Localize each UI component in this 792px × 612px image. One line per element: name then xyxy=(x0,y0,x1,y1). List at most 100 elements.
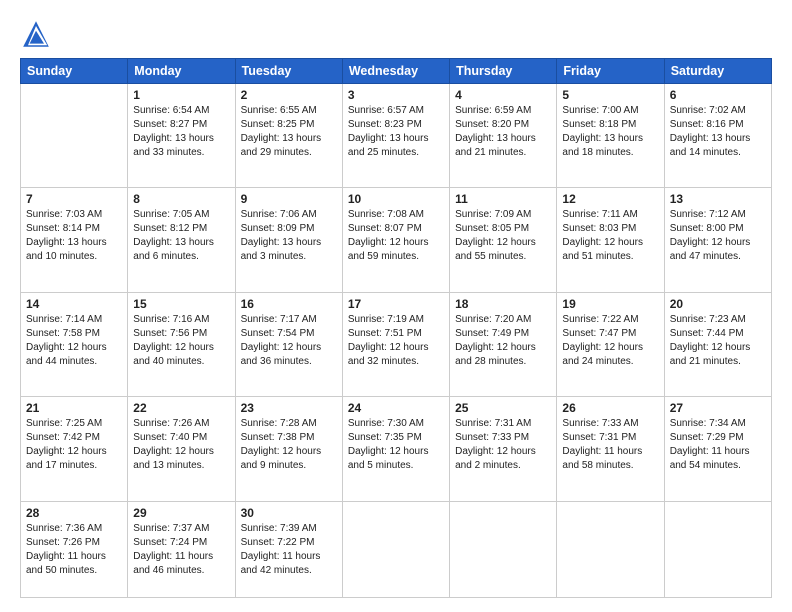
calendar-cell: 15Sunrise: 7:16 AM Sunset: 7:56 PM Dayli… xyxy=(128,292,235,396)
calendar-cell: 25Sunrise: 7:31 AM Sunset: 7:33 PM Dayli… xyxy=(450,397,557,501)
calendar-week-1: 1Sunrise: 6:54 AM Sunset: 8:27 PM Daylig… xyxy=(21,84,772,188)
header-day-monday: Monday xyxy=(128,59,235,84)
logo-icon xyxy=(20,18,52,50)
calendar-cell xyxy=(557,501,664,597)
calendar-table: SundayMondayTuesdayWednesdayThursdayFrid… xyxy=(20,58,772,598)
calendar-cell: 20Sunrise: 7:23 AM Sunset: 7:44 PM Dayli… xyxy=(664,292,771,396)
calendar-cell: 29 Sunrise: 7:37 AM Sunset: 7:24 PM Dayli… xyxy=(128,501,235,597)
calendar-cell: 13 Sunrise: 7:12 AM Sunset: 8:00 PM Dayli… xyxy=(664,188,771,292)
cell-info: Sunrise: 6:57 AM Sunset: 8:23 PM Dayligh… xyxy=(348,104,444,160)
cell-info: Sunrise: 7:17 AM Sunset: 7:54 PM Dayligh… xyxy=(241,313,337,369)
calendar-cell: 8 Sunrise: 7:05 AM Sunset: 8:12 PM Daylig… xyxy=(128,188,235,292)
calendar-cell: 24Sunrise: 7:30 AM Sunset: 7:35 PM Dayli… xyxy=(342,397,449,501)
calendar-cell: 12 Sunrise: 7:11 AM Sunset: 8:03 PM Dayli… xyxy=(557,188,664,292)
day-number: 2 xyxy=(241,88,337,102)
cell-info: Sunrise: 7:19 AM Sunset: 7:51 PM Dayligh… xyxy=(348,313,444,369)
page: SundayMondayTuesdayWednesdayThursdayFrid… xyxy=(0,0,792,612)
cell-info: Sunrise: 7:23 AM Sunset: 7:44 PM Dayligh… xyxy=(670,313,766,369)
calendar-cell xyxy=(450,501,557,597)
calendar-cell xyxy=(342,501,449,597)
calendar-cell xyxy=(664,501,771,597)
calendar-cell: 17 Sunrise: 7:19 AM Sunset: 7:51 PM Dayli… xyxy=(342,292,449,396)
calendar-cell: 1Sunrise: 6:54 AM Sunset: 8:27 PM Daylig… xyxy=(128,84,235,188)
day-number: 16 xyxy=(241,297,337,311)
day-number: 30 xyxy=(241,506,337,520)
cell-info: Sunrise: 7:37 AM Sunset: 7:24 PM Dayligh… xyxy=(133,522,229,578)
calendar-cell: 26 Sunrise: 7:33 AM Sunset: 7:31 PM Dayli… xyxy=(557,397,664,501)
calendar-cell: 22 Sunrise: 7:26 AM Sunset: 7:40 PM Dayli… xyxy=(128,397,235,501)
calendar-cell: 2 Sunrise: 6:55 AM Sunset: 8:25 PM Daylig… xyxy=(235,84,342,188)
day-number: 11 xyxy=(455,192,551,206)
calendar-cell: 6 Sunrise: 7:02 AM Sunset: 8:16 PM Daylig… xyxy=(664,84,771,188)
day-number: 19 xyxy=(562,297,658,311)
cell-info: Sunrise: 7:03 AM Sunset: 8:14 PM Dayligh… xyxy=(26,208,122,264)
day-number: 26 xyxy=(562,401,658,415)
calendar-cell: 23 Sunrise: 7:28 AM Sunset: 7:38 PM Dayli… xyxy=(235,397,342,501)
cell-info: Sunrise: 7:02 AM Sunset: 8:16 PM Dayligh… xyxy=(670,104,766,160)
day-number: 28 xyxy=(26,506,122,520)
day-number: 18 xyxy=(455,297,551,311)
cell-info: Sunrise: 7:00 AM Sunset: 8:18 PM Dayligh… xyxy=(562,104,658,160)
day-number: 21 xyxy=(26,401,122,415)
day-number: 23 xyxy=(241,401,337,415)
calendar-week-5: 28 Sunrise: 7:36 AM Sunset: 7:26 PM Dayli… xyxy=(21,501,772,597)
day-number: 4 xyxy=(455,88,551,102)
calendar-cell xyxy=(21,84,128,188)
cell-info: Sunrise: 6:55 AM Sunset: 8:25 PM Dayligh… xyxy=(241,104,337,160)
cell-info: Sunrise: 7:36 AM Sunset: 7:26 PM Dayligh… xyxy=(26,522,122,578)
cell-info: Sunrise: 7:14 AM Sunset: 7:58 PM Dayligh… xyxy=(26,313,122,369)
header-day-sunday: Sunday xyxy=(21,59,128,84)
cell-info: Sunrise: 7:33 AM Sunset: 7:31 PM Dayligh… xyxy=(562,417,658,473)
day-number: 22 xyxy=(133,401,229,415)
calendar-cell: 30 Sunrise: 7:39 AM Sunset: 7:22 PM Dayli… xyxy=(235,501,342,597)
day-number: 12 xyxy=(562,192,658,206)
cell-info: Sunrise: 7:34 AM Sunset: 7:29 PM Dayligh… xyxy=(670,417,766,473)
calendar-week-3: 14 Sunrise: 7:14 AM Sunset: 7:58 PM Dayli… xyxy=(21,292,772,396)
cell-info: Sunrise: 7:08 AM Sunset: 8:07 PM Dayligh… xyxy=(348,208,444,264)
cell-info: Sunrise: 7:06 AM Sunset: 8:09 PM Dayligh… xyxy=(241,208,337,264)
calendar-cell: 27 Sunrise: 7:34 AM Sunset: 7:29 PM Dayli… xyxy=(664,397,771,501)
calendar-cell: 16 Sunrise: 7:17 AM Sunset: 7:54 PM Dayli… xyxy=(235,292,342,396)
day-number: 29 xyxy=(133,506,229,520)
day-number: 15 xyxy=(133,297,229,311)
day-number: 17 xyxy=(348,297,444,311)
calendar-body: 1Sunrise: 6:54 AM Sunset: 8:27 PM Daylig… xyxy=(21,84,772,598)
cell-info: Sunrise: 7:12 AM Sunset: 8:00 PM Dayligh… xyxy=(670,208,766,264)
day-number: 7 xyxy=(26,192,122,206)
day-number: 5 xyxy=(562,88,658,102)
day-number: 3 xyxy=(348,88,444,102)
calendar-cell: 18Sunrise: 7:20 AM Sunset: 7:49 PM Dayli… xyxy=(450,292,557,396)
day-number: 14 xyxy=(26,297,122,311)
day-number: 8 xyxy=(133,192,229,206)
calendar-cell: 19 Sunrise: 7:22 AM Sunset: 7:47 PM Dayli… xyxy=(557,292,664,396)
calendar-week-2: 7 Sunrise: 7:03 AM Sunset: 8:14 PM Daylig… xyxy=(21,188,772,292)
day-number: 6 xyxy=(670,88,766,102)
calendar-cell: 5 Sunrise: 7:00 AM Sunset: 8:18 PM Daylig… xyxy=(557,84,664,188)
cell-info: Sunrise: 7:39 AM Sunset: 7:22 PM Dayligh… xyxy=(241,522,337,578)
calendar-cell: 11 Sunrise: 7:09 AM Sunset: 8:05 PM Dayli… xyxy=(450,188,557,292)
day-number: 13 xyxy=(670,192,766,206)
cell-info: Sunrise: 7:09 AM Sunset: 8:05 PM Dayligh… xyxy=(455,208,551,264)
cell-info: Sunrise: 7:26 AM Sunset: 7:40 PM Dayligh… xyxy=(133,417,229,473)
cell-info: Sunrise: 7:28 AM Sunset: 7:38 PM Dayligh… xyxy=(241,417,337,473)
calendar-cell: 28 Sunrise: 7:36 AM Sunset: 7:26 PM Dayli… xyxy=(21,501,128,597)
cell-info: Sunrise: 7:11 AM Sunset: 8:03 PM Dayligh… xyxy=(562,208,658,264)
cell-info: Sunrise: 7:22 AM Sunset: 7:47 PM Dayligh… xyxy=(562,313,658,369)
cell-info: Sunrise: 7:05 AM Sunset: 8:12 PM Dayligh… xyxy=(133,208,229,264)
day-number: 10 xyxy=(348,192,444,206)
header-day-wednesday: Wednesday xyxy=(342,59,449,84)
header-day-saturday: Saturday xyxy=(664,59,771,84)
day-number: 25 xyxy=(455,401,551,415)
logo xyxy=(20,18,56,50)
calendar-cell: 14 Sunrise: 7:14 AM Sunset: 7:58 PM Dayli… xyxy=(21,292,128,396)
day-number: 24 xyxy=(348,401,444,415)
calendar-cell: 21Sunrise: 7:25 AM Sunset: 7:42 PM Dayli… xyxy=(21,397,128,501)
header-row: SundayMondayTuesdayWednesdayThursdayFrid… xyxy=(21,59,772,84)
day-number: 1 xyxy=(133,88,229,102)
calendar-cell: 4Sunrise: 6:59 AM Sunset: 8:20 PM Daylig… xyxy=(450,84,557,188)
calendar-cell: 9Sunrise: 7:06 AM Sunset: 8:09 PM Daylig… xyxy=(235,188,342,292)
day-number: 27 xyxy=(670,401,766,415)
header xyxy=(20,18,772,50)
calendar-cell: 3 Sunrise: 6:57 AM Sunset: 8:23 PM Daylig… xyxy=(342,84,449,188)
header-day-thursday: Thursday xyxy=(450,59,557,84)
